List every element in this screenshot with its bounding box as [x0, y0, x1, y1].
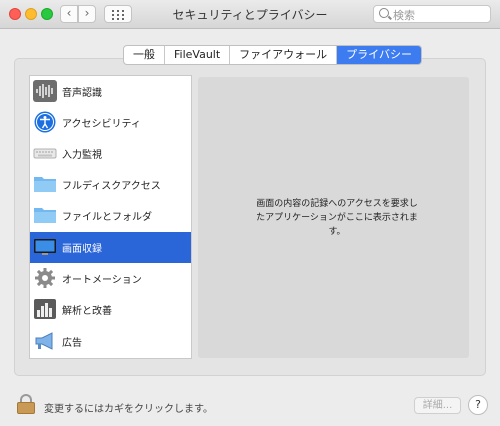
- list-item-label: 広告: [62, 338, 82, 349]
- list-item-analytics[interactable]: 解析と改善: [30, 294, 191, 325]
- close-button[interactable]: [9, 8, 21, 20]
- tab-bar: 一般 FileVault ファイアウォール プライバシー: [123, 45, 422, 65]
- tab-privacy[interactable]: プライバシー: [337, 46, 421, 64]
- waveform-icon: [33, 80, 57, 102]
- folder-icon: [34, 177, 56, 192]
- title-bar: ‹ › セキュリティとプライバシー 検索: [0, 0, 500, 29]
- advanced-button[interactable]: 詳細...: [414, 397, 461, 414]
- keyboard-icon: [33, 148, 57, 159]
- chevron-left-icon: ‹: [66, 6, 72, 20]
- window-title: セキュリティとプライバシー: [172, 8, 328, 22]
- back-button[interactable]: ‹: [60, 5, 78, 23]
- tab-general[interactable]: 一般: [124, 46, 165, 64]
- list-item-label: フルディスクアクセス: [62, 181, 161, 192]
- privacy-category-list: 音声認識 アクセシビリティ 入力監視 フルディスクアクセス ファイルとフォルダ …: [29, 75, 192, 359]
- list-item-automation[interactable]: オートメーション: [30, 263, 191, 294]
- search-field[interactable]: 検索: [373, 5, 491, 23]
- forward-button[interactable]: ›: [78, 5, 96, 23]
- list-item-advertising[interactable]: 広告: [30, 326, 191, 357]
- chevron-right-icon: ›: [84, 6, 90, 20]
- folder-icon: [34, 208, 56, 223]
- zoom-button[interactable]: [41, 8, 53, 20]
- bar-chart-icon: [34, 299, 56, 319]
- list-item-label: ファイルとフォルダ: [62, 212, 152, 223]
- minimize-button[interactable]: [25, 8, 37, 20]
- lock-status-text: 変更するにはカギをクリックします。: [44, 404, 213, 415]
- gear-icon: [35, 268, 55, 288]
- tab-filevault[interactable]: FileVault: [165, 46, 231, 64]
- list-item-label: 音声認識: [62, 88, 102, 99]
- list-item-label: オートメーション: [62, 275, 142, 286]
- list-item-files-and-folders[interactable]: ファイルとフォルダ: [30, 200, 191, 231]
- app-list-area: 画面の内容の記録へのアクセスを要求したアプリケーションがここに表示されます。: [198, 77, 469, 358]
- list-item-input-monitoring[interactable]: 入力監視: [30, 138, 191, 169]
- lock-icon[interactable]: [17, 394, 35, 414]
- display-icon: [34, 239, 56, 255]
- list-item-screen-recording[interactable]: 画面収録: [30, 232, 191, 263]
- accessibility-icon: [34, 111, 56, 133]
- list-item-full-disk-access[interactable]: フルディスクアクセス: [30, 169, 191, 200]
- megaphone-icon: [35, 332, 53, 350]
- help-button[interactable]: ?: [468, 395, 488, 415]
- list-item-label: 解析と改善: [62, 306, 112, 317]
- list-item-label: アクセシビリティ: [62, 119, 141, 130]
- list-item-label: 入力監視: [62, 150, 102, 161]
- tab-firewall[interactable]: ファイアウォール: [230, 46, 338, 64]
- empty-state-message: 画面の内容の記録へのアクセスを要求したアプリケーションがここに表示されます。: [256, 199, 418, 237]
- search-icon: [379, 8, 389, 18]
- list-item-accessibility[interactable]: アクセシビリティ: [30, 107, 191, 138]
- search-placeholder: 検索: [393, 9, 415, 22]
- show-all-button[interactable]: [104, 5, 132, 23]
- list-item-label: 画面収録: [62, 244, 102, 255]
- list-item-speech-recognition[interactable]: 音声認識: [30, 76, 191, 107]
